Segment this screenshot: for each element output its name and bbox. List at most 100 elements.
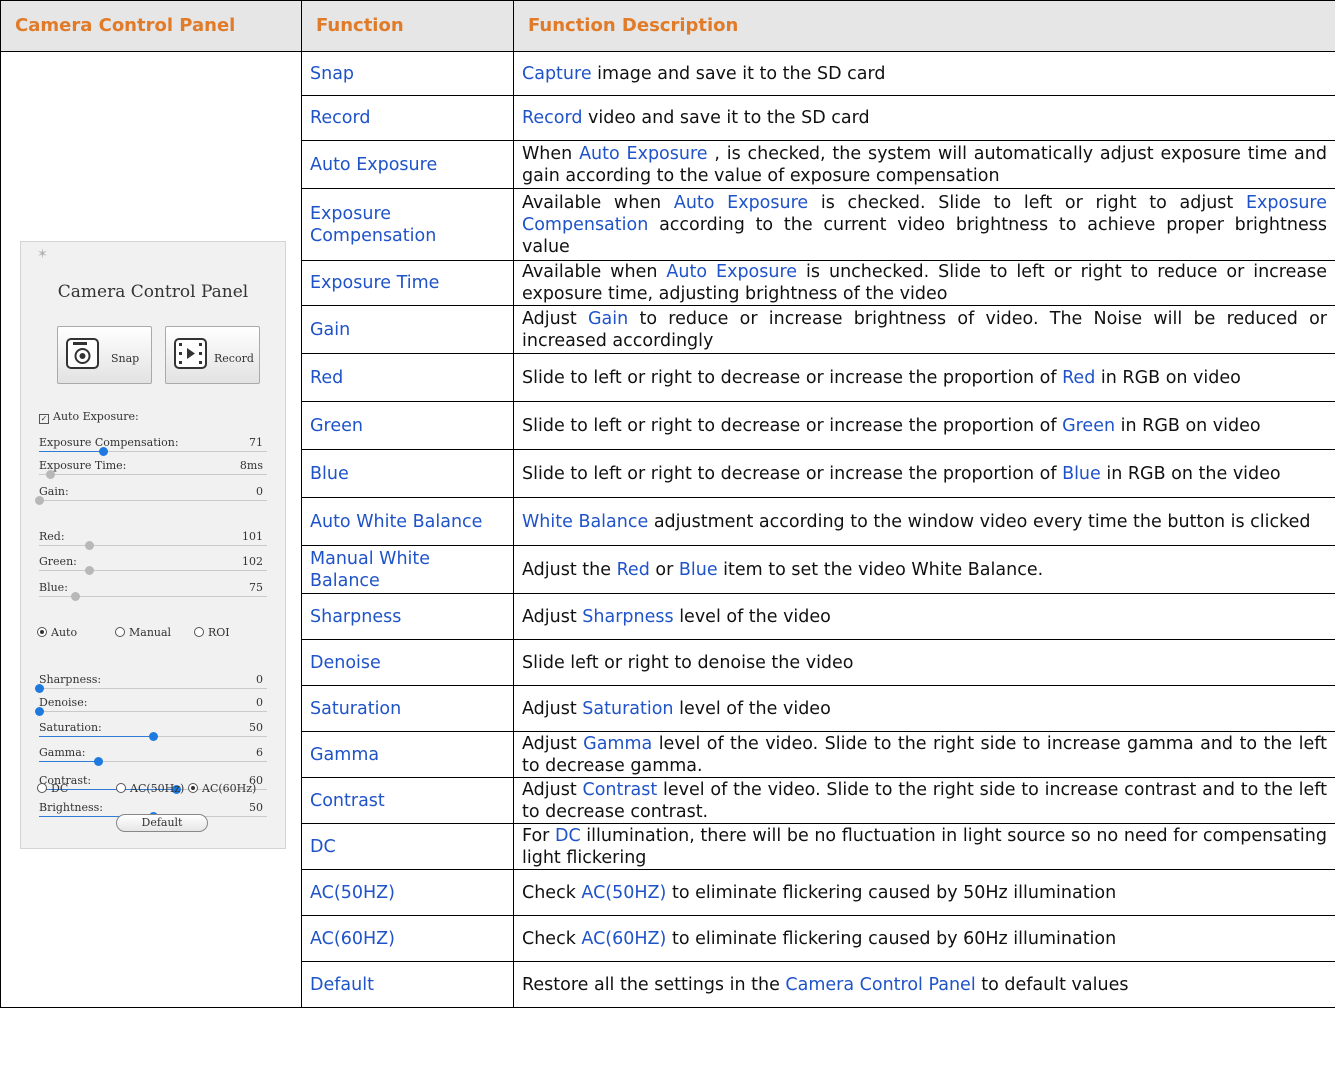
function-description: Adjust Gamma level of the video. Slide t… bbox=[513, 731, 1335, 778]
slider-thumb[interactable] bbox=[35, 707, 44, 716]
exposure-time-row: Exposure Time: 8ms bbox=[39, 455, 267, 472]
radio-label: AC(60Hz) bbox=[202, 782, 257, 795]
radio-circle[interactable] bbox=[37, 783, 47, 793]
wb-mode-manual-radio[interactable]: Manual bbox=[115, 622, 171, 644]
green-row: Green: 102 bbox=[39, 551, 267, 568]
description-text: Check bbox=[522, 882, 582, 903]
power-mode-dc-radio[interactable]: DC bbox=[37, 778, 68, 800]
slider-thumb[interactable] bbox=[149, 732, 158, 741]
description-text: video and save it to the SD card bbox=[588, 108, 870, 128]
radio-circle[interactable] bbox=[116, 783, 126, 793]
slider-fill bbox=[39, 736, 153, 737]
table-row: ✶ Camera Control Panel Snap Record ✓ Auto Exp… bbox=[0, 51, 1335, 1008]
slider-thumb[interactable] bbox=[71, 592, 80, 601]
keyword-text: AC(60HZ) bbox=[581, 928, 667, 949]
description-text: Check bbox=[522, 928, 582, 949]
function-name: Auto Exposure bbox=[301, 140, 514, 189]
function-description: Adjust Contrast level of the video. Slid… bbox=[513, 777, 1335, 824]
slider-thumb[interactable] bbox=[46, 470, 55, 479]
description-text: Adjust bbox=[522, 779, 583, 800]
wb-mode-auto-radio[interactable]: Auto bbox=[37, 622, 77, 644]
radio-circle[interactable] bbox=[37, 627, 47, 637]
keyword-text: Gain bbox=[587, 308, 629, 329]
description-text: Adjust bbox=[522, 733, 584, 754]
radio-label: Manual bbox=[129, 626, 172, 639]
gamma-slider[interactable] bbox=[39, 757, 267, 767]
auto-exposure-checkbox[interactable]: ✓ Auto Exposure: bbox=[39, 406, 267, 424]
slider-thumb[interactable] bbox=[85, 541, 94, 550]
description-text: Adjust bbox=[522, 698, 583, 719]
camera-control-panel: ✶ Camera Control Panel Snap Record ✓ Auto Exp… bbox=[20, 241, 286, 849]
description-text: When bbox=[522, 143, 580, 164]
exposure-time-slider[interactable] bbox=[39, 470, 267, 480]
function-name: Sharpness bbox=[301, 593, 514, 640]
description-text: Slide to left or right to decrease or in… bbox=[522, 415, 1063, 436]
radio-label: ROI bbox=[208, 626, 230, 639]
function-name: Gamma bbox=[301, 731, 514, 778]
gamma-row: Gamma: 6 bbox=[39, 742, 267, 759]
radio-label: AC(50Hz) bbox=[130, 782, 185, 795]
function-description: Record video and save it to the SD card bbox=[513, 95, 1335, 141]
wb-mode-roi-radio[interactable]: ROI bbox=[194, 622, 230, 644]
default-button[interactable]: Default bbox=[116, 814, 208, 832]
green-slider[interactable] bbox=[39, 566, 267, 576]
slider-track bbox=[39, 500, 267, 501]
saturation-slider[interactable] bbox=[39, 732, 267, 742]
radio-circle[interactable] bbox=[194, 627, 204, 637]
header-function: Function bbox=[301, 0, 514, 52]
denoise-row: Denoise: 0 bbox=[39, 692, 267, 709]
slider-fill bbox=[39, 451, 103, 452]
description-text: or bbox=[655, 559, 679, 580]
header-row: Camera Control Panel Function Function D… bbox=[0, 0, 1335, 52]
description-text: Available when bbox=[522, 262, 667, 282]
keyword-text: Sharpness bbox=[582, 606, 674, 627]
description-text: is checked. Slide to left or right to ad… bbox=[820, 192, 1246, 213]
function-name: AC(60HZ) bbox=[301, 915, 514, 962]
denoise-slider[interactable] bbox=[35, 707, 267, 717]
header-function-description: Function Description bbox=[513, 0, 1335, 52]
keyword-text: Record bbox=[522, 108, 583, 128]
function-name: Green bbox=[301, 401, 514, 450]
keyword-text: Green bbox=[1062, 415, 1116, 436]
power-mode-ac60hz-radio[interactable]: AC(60Hz) bbox=[188, 778, 256, 800]
slider-track bbox=[39, 570, 267, 571]
slider-track bbox=[39, 688, 267, 689]
red-row: Red: 101 bbox=[39, 526, 267, 543]
function-description: Slide to left or right to decrease or in… bbox=[513, 449, 1335, 498]
description-text: to default values bbox=[981, 974, 1129, 995]
description-text: in RGB on the video bbox=[1106, 463, 1281, 484]
panel-title: Camera Control Panel bbox=[57, 282, 249, 302]
slider-thumb[interactable] bbox=[35, 496, 44, 505]
radio-circle[interactable] bbox=[115, 627, 125, 637]
gain-slider[interactable] bbox=[35, 496, 267, 506]
keyword-text: White Balance bbox=[522, 511, 649, 532]
function-description: Adjust Sharpness level of the video bbox=[513, 593, 1335, 640]
slider-thumb[interactable] bbox=[94, 757, 103, 766]
keyword-text: DC bbox=[554, 825, 581, 846]
keyword-text: Contrast bbox=[582, 779, 658, 800]
snap-button[interactable]: Snap bbox=[57, 326, 152, 384]
description-text: to eliminate flickering caused by 60Hz i… bbox=[671, 928, 1117, 949]
function-description: Slide left or right to denoise the video bbox=[513, 639, 1335, 686]
function-name: Snap bbox=[301, 51, 514, 96]
description-text: level of the video bbox=[679, 606, 831, 627]
keyword-text: Auto Exposure bbox=[579, 143, 708, 164]
keyword-text: Auto Exposure bbox=[666, 262, 798, 282]
pin-icon[interactable]: ✶ bbox=[37, 244, 48, 266]
function-description: Adjust the Red or Blue item to set the v… bbox=[513, 545, 1335, 594]
power-mode-ac50hz-radio[interactable]: AC(50Hz) bbox=[116, 778, 184, 800]
description-text: Restore all the settings in the bbox=[522, 974, 786, 995]
slider-thumb[interactable] bbox=[85, 566, 94, 575]
function-name: Contrast bbox=[301, 777, 514, 824]
snap-label: Snap bbox=[111, 352, 140, 365]
keyword-text: Saturation bbox=[582, 698, 674, 719]
function-description: Available when Auto Exposure is unchecke… bbox=[513, 260, 1335, 306]
description-text: Adjust bbox=[522, 606, 583, 627]
record-button[interactable]: Record bbox=[165, 326, 260, 384]
radio-circle[interactable] bbox=[188, 783, 198, 793]
description-text: illumination, there will be no fluctuati… bbox=[522, 825, 1327, 868]
red-slider[interactable] bbox=[39, 541, 267, 551]
checkbox[interactable]: ✓ bbox=[39, 414, 49, 424]
blue-slider[interactable] bbox=[39, 592, 267, 602]
description-text: item to set the video White Balance. bbox=[723, 559, 1044, 580]
